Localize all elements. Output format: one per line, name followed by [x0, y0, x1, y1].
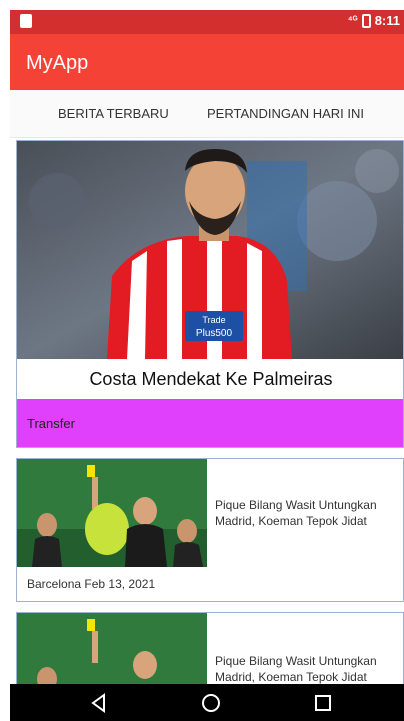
recents-icon[interactable] — [312, 692, 334, 714]
tab-pertandingan-hari-ini[interactable]: PERTANDINGAN HARI INI — [207, 106, 364, 121]
status-icons: ⁴ᴳ 8:11 — [348, 13, 400, 28]
status-bar: ⁴ᴳ 8:11 — [10, 10, 404, 34]
news-title: Pique Bilang Wasit Untungkan Madrid, Koe… — [215, 654, 377, 684]
svg-text:Trade: Trade — [202, 315, 225, 325]
home-icon[interactable] — [200, 692, 222, 714]
news-title: Pique Bilang Wasit Untungkan Madrid, Koe… — [215, 498, 377, 528]
battery-icon — [361, 13, 371, 28]
tab-berita-terbaru[interactable]: BERITA TERBARU — [58, 106, 169, 121]
sd-card-icon — [20, 14, 32, 28]
back-icon[interactable] — [88, 692, 110, 714]
news-card[interactable]: Pique Bilang Wasit Untungkan Madrid, Koe… — [16, 612, 404, 692]
app-bar: MyApp — [10, 34, 404, 90]
svg-text:Plus500: Plus500 — [196, 328, 233, 339]
featured-image: Trade Plus500 — [17, 141, 403, 359]
news-meta: Barcelona Feb 13, 2021 — [27, 577, 155, 591]
signal-icon: ⁴ᴳ — [347, 15, 358, 26]
featured-news-card[interactable]: Trade Plus500 Costa Mendekat Ke Palmeira… — [16, 140, 404, 448]
tab-bar: BERITA TERBARU PERTANDINGAN HARI INI — [10, 90, 404, 138]
app-title: MyApp — [26, 52, 89, 74]
category-label: Transfer — [27, 416, 75, 431]
status-time: 8:11 — [374, 13, 400, 28]
featured-title: Costa Mendekat Ke Palmeiras — [89, 369, 333, 389]
news-thumbnail — [17, 613, 207, 691]
navigation-bar — [10, 684, 404, 721]
category-badge: Transfer — [17, 399, 403, 447]
news-thumbnail — [17, 459, 207, 567]
news-card[interactable]: Pique Bilang Wasit Untungkan Madrid, Koe… — [16, 458, 404, 602]
news-tag: Barcelona — [27, 577, 82, 591]
news-date: Feb 13, 2021 — [84, 577, 156, 591]
